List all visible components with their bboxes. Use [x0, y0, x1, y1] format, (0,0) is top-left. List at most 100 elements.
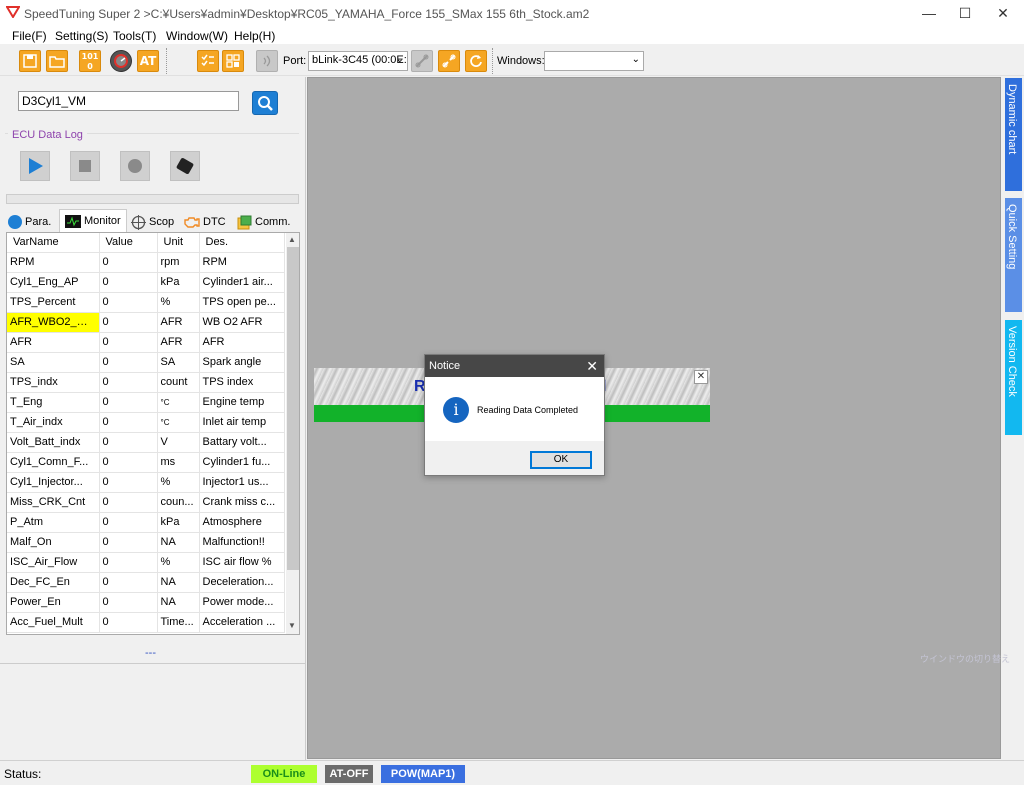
cell-varname[interactable]: ISC_Air_Flow — [7, 552, 100, 573]
table-row[interactable]: AFR_WBO2_CAL 0 AFR WB O2 AFR — [7, 312, 285, 333]
menu-file[interactable]: File(F) — [12, 29, 47, 43]
cell-unit[interactable]: AFR — [157, 332, 200, 353]
cell-unit[interactable]: % — [157, 292, 200, 313]
cell-unit[interactable]: coun... — [157, 492, 200, 513]
table-row[interactable]: T_Air_indx 0 °C Inlet air temp — [7, 412, 285, 433]
scroll-up-icon[interactable]: ▲ — [288, 235, 296, 244]
refresh-icon[interactable] — [465, 50, 487, 72]
column-header-unit[interactable]: Unit — [157, 233, 200, 253]
sidetab-dynamic-chart[interactable]: Dynamic chart — [1005, 78, 1022, 191]
table-row[interactable]: Miss_CRK_Cnt 0 coun... Crank miss c... — [7, 492, 285, 513]
at-button[interactable]: AT — [137, 50, 159, 72]
cell-varname[interactable]: Cyl1_Eng_AP — [7, 272, 100, 293]
cell-des[interactable]: Power mode... — [199, 592, 285, 613]
cell-unit[interactable]: V — [157, 432, 200, 453]
cell-varname[interactable]: Dec_FC_En — [7, 572, 100, 593]
cell-des[interactable]: Battary volt... — [199, 432, 285, 453]
column-header-value[interactable]: Value — [99, 233, 158, 253]
cell-des[interactable]: Crank miss c... — [199, 492, 285, 513]
table-row[interactable]: Cyl1_Eng_AP 0 kPa Cylinder1 air... — [7, 272, 285, 293]
cell-value[interactable]: 0 — [99, 432, 158, 453]
cell-varname[interactable]: RPM — [7, 252, 100, 273]
cell-unit[interactable]: % — [157, 472, 200, 493]
play-button[interactable] — [20, 151, 50, 181]
cell-value[interactable]: 0 — [99, 292, 158, 313]
cell-value[interactable]: 0 — [99, 592, 158, 613]
table-row[interactable]: ISC_Air_Flow 0% ISC air flow % — [7, 552, 285, 573]
open-folder-icon[interactable] — [46, 50, 68, 72]
cell-des[interactable]: Deceleration... — [199, 572, 285, 593]
tab-para[interactable]: Para. — [8, 212, 51, 232]
table-row[interactable]: Dec_FC_En 0 NA Deceleration... — [7, 572, 285, 593]
port-select[interactable]: bLink-3C45 (00:0E: ⌄ — [308, 51, 408, 71]
dialog-close-button[interactable]: ✕ — [586, 358, 598, 375]
minimize-button[interactable]: — — [912, 0, 946, 26]
cell-value[interactable]: 0 — [99, 452, 158, 473]
cell-value[interactable]: 0 — [99, 272, 158, 293]
table-row[interactable]: Acc_Fuel_Mult 0 Time... Acceleration ... — [7, 612, 285, 633]
save-icon[interactable] — [19, 50, 41, 72]
cell-des[interactable]: Cylinder1 fu... — [199, 452, 285, 473]
cell-varname[interactable]: TPS_Percent — [7, 292, 100, 313]
cell-varname[interactable]: T_Air_indx — [7, 412, 100, 433]
wireless-icon[interactable] — [256, 50, 278, 72]
cell-unit[interactable]: Time... — [157, 612, 200, 633]
cell-varname[interactable]: Acc_Fuel_Mult — [7, 612, 100, 633]
cell-value[interactable]: 0 — [99, 252, 158, 273]
cell-des[interactable]: ISC air flow % — [199, 552, 285, 573]
table-row[interactable]: RPM 0 rpm RPM — [7, 252, 285, 273]
cell-value[interactable]: 0 — [99, 392, 158, 413]
cell-des[interactable]: TPS open pe... — [199, 292, 285, 313]
table-row[interactable]: TPS_Percent 0% TPS open pe... — [7, 292, 285, 313]
cell-unit[interactable]: NA — [157, 572, 200, 593]
cell-value[interactable]: 0 — [99, 332, 158, 353]
cell-des[interactable]: WB O2 AFR — [199, 312, 285, 333]
cell-varname[interactable]: TPS_indx — [7, 372, 100, 393]
grid-scrollbar[interactable]: ▲ ▼ — [286, 233, 299, 634]
cell-des[interactable]: Injector1 us... — [199, 472, 285, 493]
menu-help[interactable]: Help(H) — [234, 29, 275, 43]
cell-des[interactable]: RPM — [199, 252, 285, 273]
scroll-down-icon[interactable]: ▼ — [288, 621, 296, 630]
cell-unit[interactable]: °C — [157, 392, 200, 413]
menu-tools[interactable]: Tools(T) — [113, 29, 156, 43]
cell-unit[interactable]: kPa — [157, 272, 200, 293]
cell-varname[interactable]: AFR_WBO2_CAL — [7, 312, 100, 333]
sidetab-version-check[interactable]: Version Check — [1005, 320, 1022, 435]
cell-value[interactable]: 0 — [99, 312, 158, 333]
gauge-icon[interactable] — [110, 50, 132, 72]
sidetab-quick-setting[interactable]: Quick Setting — [1005, 198, 1022, 312]
windows-select[interactable]: ⌄ — [544, 51, 644, 71]
cell-value[interactable]: 0 — [99, 472, 158, 493]
cell-varname[interactable]: SA — [7, 352, 100, 373]
cell-value[interactable]: 0 — [99, 512, 158, 533]
checklist-icon[interactable] — [197, 50, 219, 72]
cell-unit[interactable]: % — [157, 552, 200, 573]
cell-des[interactable]: Malfunction!! — [199, 532, 285, 553]
menu-window[interactable]: Window(W) — [166, 29, 228, 43]
cell-des[interactable]: Engine temp — [199, 392, 285, 413]
maximize-button[interactable]: ☐ — [948, 0, 982, 26]
tab-monitor[interactable]: Monitor — [59, 209, 127, 232]
cell-value[interactable]: 0 — [99, 552, 158, 573]
splash-close-button[interactable]: ✕ — [694, 370, 708, 384]
connect-link-icon[interactable] — [411, 50, 433, 72]
table-row[interactable]: Volt_Batt_indx 0 V Battary volt... — [7, 432, 285, 453]
disconnect-link-icon[interactable] — [438, 50, 460, 72]
search-input[interactable]: D3Cyl1_VM — [18, 91, 239, 111]
cell-varname[interactable]: Miss_CRK_Cnt — [7, 492, 100, 513]
compare-icon[interactable] — [222, 50, 244, 72]
cell-des[interactable]: AFR — [199, 332, 285, 353]
cell-varname[interactable]: Malf_On — [7, 532, 100, 553]
cell-des[interactable]: Cylinder1 air... — [199, 272, 285, 293]
ecu-chip-button[interactable] — [170, 151, 200, 181]
stop-button[interactable] — [70, 151, 100, 181]
tab-comm[interactable]: Comm. — [237, 212, 290, 232]
scrollbar-thumb[interactable] — [287, 247, 299, 570]
cell-des[interactable]: Inlet air temp — [199, 412, 285, 433]
close-window-button[interactable]: ✕ — [986, 0, 1020, 26]
cell-des[interactable]: TPS index — [199, 372, 285, 393]
cell-value[interactable]: 0 — [99, 352, 158, 373]
table-row[interactable]: P_Atm 0 kPa Atmosphere — [7, 512, 285, 533]
cell-unit[interactable]: °C — [157, 412, 200, 433]
